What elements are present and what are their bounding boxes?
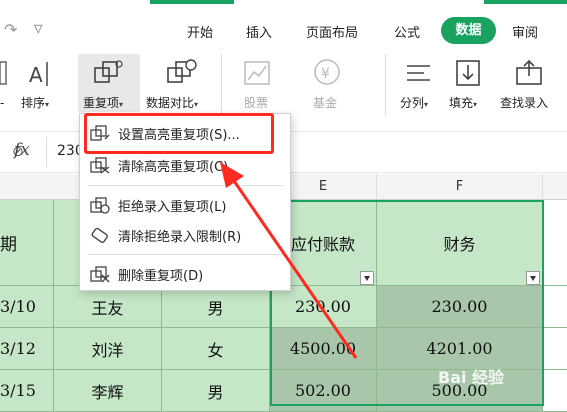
eraser-icon [91, 227, 108, 244]
menu-separator [88, 254, 284, 255]
table-cell[interactable]: 王友 [54, 286, 162, 328]
table-cell[interactable]: 3/10 [0, 286, 54, 328]
cell-text: 230.00 [295, 297, 351, 316]
duplicates-icon[interactable] [92, 58, 126, 90]
clear-highlight-icon [90, 157, 110, 174]
cell-text: 502.00 [295, 381, 351, 400]
chevron-down-icon: ▾ [473, 100, 478, 109]
redo-icon[interactable]: ↷ [4, 20, 17, 39]
menu-item-clear-highlight-duplicates[interactable]: 清除高亮重复项(C) [80, 150, 290, 180]
quick-access-dropdown-icon[interactable]: ▽ [34, 22, 42, 35]
empty-cell[interactable] [543, 200, 567, 286]
partial-tool-icon [0, 61, 7, 85]
split-label: 分列 [400, 96, 425, 110]
menu-separator [88, 185, 284, 186]
table-cell[interactable]: 刘洋 [54, 328, 162, 370]
cell-text: 4201.00 [426, 339, 493, 358]
sort-az-icon[interactable]: A [27, 58, 55, 90]
split-columns-icon[interactable] [404, 58, 434, 88]
compare-label: 数据对比 [146, 96, 195, 110]
cell-text: 刘洋 [91, 340, 124, 360]
cell-text: 3/10 [0, 297, 36, 316]
table-cell[interactable]: 女 [162, 328, 270, 370]
header-cell-text: 应付账款 [290, 234, 355, 254]
table-cell[interactable]: 3/12 [0, 328, 54, 370]
annotation-highlight-box [84, 113, 274, 154]
chevron-down-icon: ▾ [194, 100, 199, 109]
menu-item-clear-reject-restriction[interactable]: 清除拒绝录入限制(R) [80, 220, 290, 250]
stocks-button: 股票 [244, 96, 269, 110]
menu-tab-bar: ↷ ▽ 开始 插入 页面布局 公式 数据 审阅 [0, 0, 567, 48]
tab-home[interactable]: 开始 [187, 22, 213, 41]
chevron-down-icon: ▾ [45, 100, 50, 109]
filter-dropdown-icon[interactable] [360, 271, 374, 285]
lookup-entry-button[interactable]: 查找录入 [500, 94, 548, 111]
watermark-text: Bai 经验 [438, 368, 505, 387]
fill-button[interactable]: 填充▾ [449, 94, 477, 111]
active-sheet-indicator [484, 0, 567, 4]
reject-entry-icon [90, 197, 110, 214]
fill-label: 填充 [449, 96, 474, 110]
sort-label: 排序 [21, 96, 46, 110]
table-cell[interactable]: 230.00 [270, 286, 377, 328]
menu-item-label: 拒绝录入重复项(L) [118, 199, 227, 215]
cell-text: 男 [207, 382, 224, 402]
svg-text:¥: ¥ [321, 66, 330, 82]
menu-item-label: 清除高亮重复项(C) [118, 159, 229, 175]
menu-item-label: 清除拒绝录入限制(R) [118, 229, 242, 245]
duplicates-label: 重复项 [83, 96, 120, 110]
fill-down-icon[interactable] [454, 58, 482, 88]
header-cell-text: 财务 [443, 234, 476, 254]
header-cell-text: 期 [0, 235, 17, 255]
cell-text: 女 [207, 340, 224, 360]
svg-text:A: A [29, 63, 43, 87]
ribbon-divider [385, 54, 386, 116]
menu-item-delete-duplicates[interactable]: 删除重复项(D) [80, 259, 290, 289]
chevron-down-icon: ▾ [119, 100, 124, 109]
fx-icon[interactable]: fx [14, 140, 30, 160]
partial-tool-label: - [0, 96, 5, 110]
tab-formulas[interactable]: 公式 [394, 22, 420, 41]
cell-text: 4500.00 [289, 339, 357, 358]
menu-item-label: 删除重复项(D) [118, 268, 204, 284]
tab-data[interactable]: 数据 [441, 17, 496, 44]
duplicates-button[interactable]: 重复项▾ [83, 94, 123, 111]
cell-text: 230.00 [431, 297, 488, 316]
tab-page-layout[interactable]: 页面布局 [306, 22, 358, 41]
filter-dropdown-icon[interactable] [526, 271, 540, 285]
cell-text: 3/12 [0, 339, 36, 358]
lookup-entry-icon[interactable] [514, 58, 544, 88]
cell-text: 李辉 [91, 382, 124, 402]
table-cell[interactable]: 4500.00 [270, 328, 377, 370]
compare-button[interactable]: 数据对比▾ [146, 94, 198, 111]
stock-chart-icon [244, 61, 270, 85]
tab-review[interactable]: 审阅 [512, 22, 538, 41]
tab-insert[interactable]: 插入 [246, 22, 272, 41]
compare-icon[interactable] [165, 58, 199, 90]
ribbon-divider [221, 54, 222, 116]
yen-coin-icon: ¥ [314, 59, 340, 85]
chevron-down-icon: ▾ [424, 100, 429, 109]
funds-button: 基金 [313, 96, 338, 110]
cell-text: 王友 [91, 298, 124, 318]
header-cell-date[interactable]: 期 [0, 200, 54, 286]
cell-text: 3/15 [0, 381, 36, 400]
table-cell[interactable]: 男 [162, 286, 270, 328]
active-sheet-indicator [150, 0, 234, 4]
menu-item-reject-duplicate-entry[interactable]: 拒绝录入重复项(L) [80, 190, 290, 220]
header-cell-finance[interactable]: 财务 [377, 200, 543, 286]
cell-text: 男 [207, 298, 224, 318]
empty-cell[interactable] [543, 328, 567, 370]
table-cell[interactable]: 230.00 [377, 286, 543, 328]
delete-duplicates-icon [90, 266, 110, 283]
sort-button[interactable]: 排序▾ [21, 94, 49, 111]
split-button[interactable]: 分列▾ [400, 94, 428, 111]
empty-cell[interactable] [543, 286, 567, 328]
